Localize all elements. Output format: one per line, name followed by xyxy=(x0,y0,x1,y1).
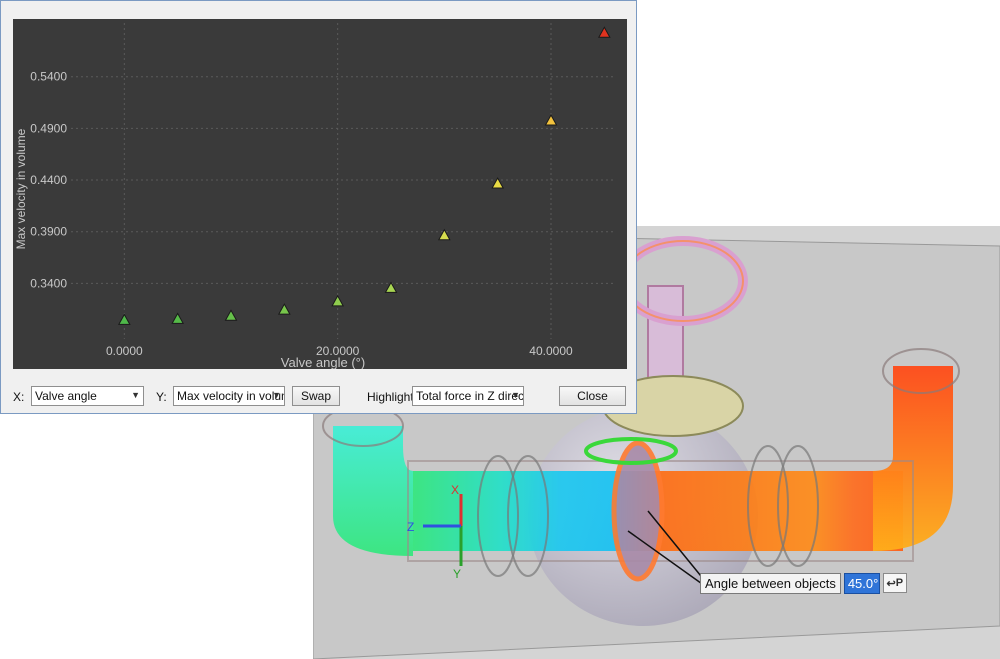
highlight-select-value: Total force in Z direc xyxy=(416,389,524,403)
axis-x-label: X xyxy=(451,483,459,497)
swap-button[interactable]: Swap xyxy=(292,386,340,406)
angle-label: Angle between objects xyxy=(700,572,841,594)
highlight-label: Highlight: xyxy=(367,390,418,404)
chart-canvas: 0.34000.39000.44000.49000.54000.0000 20.0… xyxy=(13,19,627,369)
angle-value-input[interactable]: 45.0° xyxy=(843,572,880,594)
chart-controls: X: Valve angle ▼ Y: Max velocity in volu… xyxy=(1,386,638,408)
y-axis-label: Y: xyxy=(156,390,167,404)
y-tick-label: 0.3400 xyxy=(30,276,67,290)
chevron-down-icon: ▼ xyxy=(131,390,140,400)
close-button[interactable]: Close xyxy=(559,386,626,406)
pin-icon[interactable]: ↩ P xyxy=(882,573,907,593)
scatter-plot: 0.3400 0.3900 0.4400 0.4900 0.5400 0.0000 20.0… xyxy=(13,19,627,369)
angle-measure-callout: Angle between objects 45.0° ↩ P xyxy=(700,572,907,594)
x-axis-select[interactable]: Valve angle ▼ xyxy=(31,386,144,406)
x-axis-select-value: Valve angle xyxy=(35,389,97,403)
axis-z-label: Z xyxy=(407,520,414,534)
y-axis-title: Max velocity in volume xyxy=(14,128,28,249)
y-tick-label: 0.3900 xyxy=(30,225,67,239)
x-tick-label: 40.0000 xyxy=(529,344,573,358)
pin-label: P xyxy=(895,577,904,589)
x-tick-label: 0.0000 xyxy=(106,344,143,358)
y-tick-label: 0.4900 xyxy=(30,121,67,135)
axis-y-label: Y xyxy=(453,567,461,581)
y-axis-select[interactable]: Max velocity in volun ▼ xyxy=(173,386,285,406)
highlight-select[interactable]: Total force in Z direc ▼ xyxy=(412,386,524,406)
chevron-down-icon: ▼ xyxy=(511,390,520,400)
chevron-down-icon: ▼ xyxy=(272,390,281,400)
y-tick-label: 0.4400 xyxy=(30,173,67,187)
x-axis-label: X: xyxy=(13,390,25,404)
y-axis-select-value: Max velocity in volun xyxy=(177,389,285,403)
chart-dialog: 0.3400 0.3900 0.4400 0.4900 0.5400 0.0000 20.0… xyxy=(0,0,637,414)
y-tick-label: 0.5400 xyxy=(30,70,67,84)
chart-background xyxy=(13,19,627,369)
x-axis-title: Valve angle (°) xyxy=(281,355,365,369)
